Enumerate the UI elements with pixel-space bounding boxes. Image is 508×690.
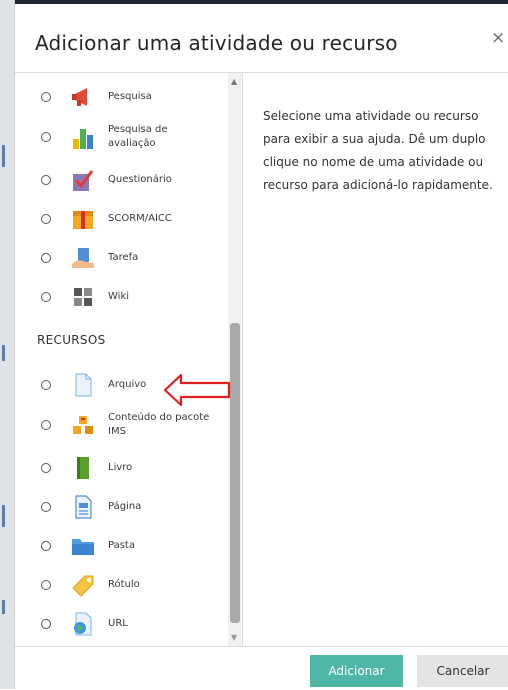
label-tag-icon bbox=[70, 573, 96, 597]
list-item-livro[interactable]: Livro bbox=[15, 450, 227, 486]
radio-button[interactable] bbox=[41, 541, 51, 551]
list-item-url[interactable]: URL bbox=[15, 606, 227, 642]
background-mark bbox=[2, 505, 5, 527]
background-mark bbox=[2, 345, 5, 361]
background-page-edge bbox=[0, 0, 14, 689]
radio-button[interactable] bbox=[41, 292, 51, 302]
radio-button[interactable] bbox=[41, 214, 51, 224]
list-item-tarefa[interactable]: Tarefa bbox=[15, 240, 227, 276]
list-item-label: Wiki bbox=[108, 291, 130, 302]
list-item-label: Livro bbox=[108, 462, 133, 473]
activity-list[interactable]: Pesquisa Pesquisa de avaliação Questioná… bbox=[15, 73, 243, 646]
list-item-label: Tarefa bbox=[108, 252, 139, 263]
help-text: Selecione uma atividade ou recurso para … bbox=[263, 109, 493, 192]
scroll-up-arrow-icon[interactable]: ▲ bbox=[231, 77, 237, 86]
radio-button[interactable] bbox=[41, 380, 51, 390]
quiz-checkmark-icon bbox=[70, 168, 96, 192]
radio-button[interactable] bbox=[41, 463, 51, 473]
url-globe-icon bbox=[70, 612, 96, 636]
dialog-title: Adicionar uma atividade ou recurso bbox=[35, 31, 398, 55]
list-item-wiki[interactable]: Wiki bbox=[15, 279, 227, 315]
radio-button[interactable] bbox=[41, 619, 51, 629]
page-icon bbox=[70, 495, 96, 519]
scorm-package-icon bbox=[70, 207, 96, 231]
list-item-label: Questionário bbox=[108, 174, 172, 185]
radio-button[interactable] bbox=[41, 253, 51, 263]
list-item-label: Pesquisa bbox=[108, 91, 152, 102]
dialog-header: Adicionar uma atividade ou recurso × bbox=[15, 4, 508, 73]
cancel-button[interactable]: Cancelar bbox=[417, 655, 508, 687]
red-arrow-annotation bbox=[163, 373, 231, 407]
add-button[interactable]: Adicionar bbox=[310, 655, 403, 687]
list-item-conteudo-ims[interactable]: Conteúdo do pacote IMS bbox=[15, 405, 227, 445]
list-item-label: Pesquisa de avaliação bbox=[108, 124, 168, 149]
radio-button[interactable] bbox=[41, 132, 51, 142]
ims-boxes-icon bbox=[70, 413, 96, 437]
list-item-pesquisa[interactable]: Pesquisa bbox=[15, 79, 227, 115]
scrollbar-thumb[interactable] bbox=[230, 323, 240, 623]
background-mark bbox=[2, 600, 5, 614]
radio-button[interactable] bbox=[41, 92, 51, 102]
close-icon[interactable]: × bbox=[491, 28, 505, 48]
radio-button[interactable] bbox=[41, 580, 51, 590]
list-item-label: Pasta bbox=[108, 540, 135, 551]
wiki-puzzle-icon bbox=[70, 285, 96, 309]
background-mark bbox=[2, 145, 5, 167]
file-icon bbox=[70, 373, 96, 397]
list-item-pasta[interactable]: Pasta bbox=[15, 528, 227, 564]
megaphone-icon bbox=[70, 85, 96, 109]
list-item-rotulo[interactable]: Rótulo bbox=[15, 567, 227, 603]
list-item-label: URL bbox=[108, 618, 128, 629]
book-icon bbox=[70, 456, 96, 480]
assignment-hand-icon bbox=[70, 246, 96, 270]
radio-button[interactable] bbox=[41, 502, 51, 512]
add-activity-dialog: Adicionar uma atividade ou recurso × Pes… bbox=[14, 0, 508, 690]
list-item-scorm[interactable]: SCORM/AICC bbox=[15, 201, 227, 237]
bar-chart-icon bbox=[70, 125, 96, 149]
list-item-label: SCORM/AICC bbox=[108, 213, 172, 224]
dialog-footer: Adicionar Cancelar bbox=[15, 646, 508, 690]
list-scrollbar[interactable]: ▲ ▼ bbox=[228, 73, 242, 646]
list-item-label: Rótulo bbox=[108, 579, 140, 590]
list-item-label: Página bbox=[108, 501, 142, 512]
scroll-down-arrow-icon[interactable]: ▼ bbox=[231, 633, 237, 642]
radio-button[interactable] bbox=[41, 175, 51, 185]
list-item-pagina[interactable]: Página bbox=[15, 489, 227, 525]
folder-icon bbox=[70, 534, 96, 558]
section-heading-recursos: RECURSOS bbox=[37, 333, 106, 347]
radio-button[interactable] bbox=[41, 420, 51, 430]
list-item-label: Conteúdo do pacote IMS bbox=[108, 412, 210, 437]
list-item-questionario[interactable]: Questionário bbox=[15, 162, 227, 198]
list-item-pesquisa-de-avaliacao[interactable]: Pesquisa de avaliação bbox=[15, 117, 227, 157]
